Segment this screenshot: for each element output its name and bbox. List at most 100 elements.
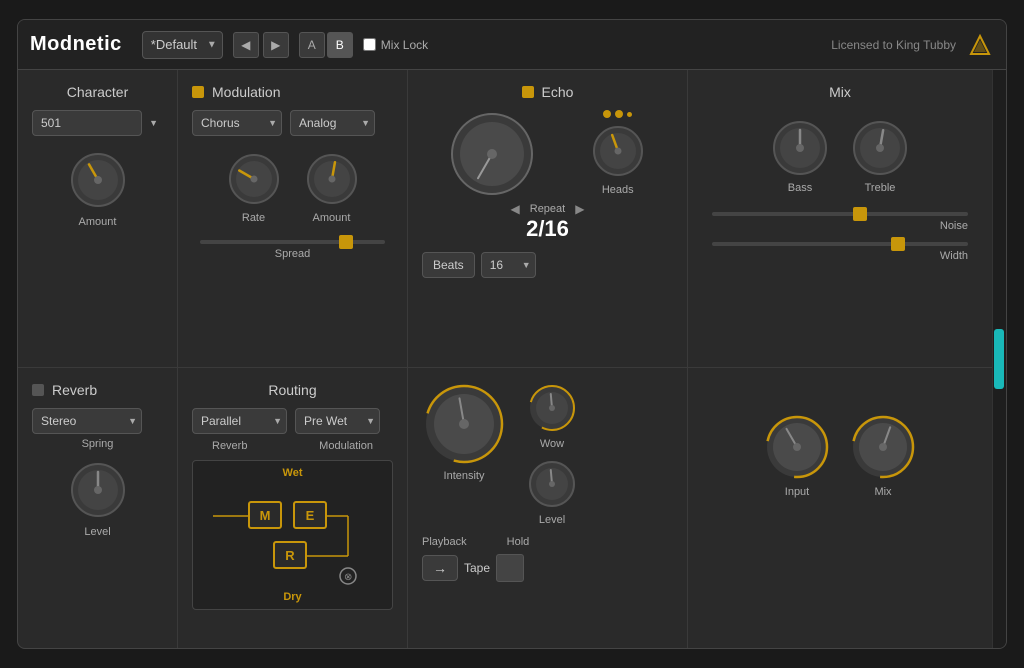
svg-text:⊗: ⊗ bbox=[344, 572, 352, 583]
ab-b-button[interactable]: B bbox=[327, 32, 353, 58]
echo-main-knob[interactable] bbox=[448, 110, 536, 198]
echo-panel-bottom: Intensity bbox=[408, 368, 688, 648]
echo-heads-knob[interactable] bbox=[589, 122, 647, 180]
mix-input-knob[interactable] bbox=[762, 412, 832, 482]
character-amount-knob-container: Amount bbox=[32, 148, 163, 228]
modulation-mode-wrapper: Analog bbox=[290, 110, 375, 136]
character-dropdown[interactable]: 501 bbox=[32, 110, 142, 136]
scrollbar-area[interactable] bbox=[992, 70, 1006, 648]
playback-label: Playback bbox=[422, 536, 467, 548]
mix-lock-checkbox[interactable] bbox=[363, 38, 376, 51]
mix-treble-container: Treble bbox=[850, 118, 910, 194]
character-select-wrapper: 501 bbox=[32, 110, 163, 136]
reverb-type-dropdown[interactable]: Stereo bbox=[32, 408, 142, 434]
license-text: Licensed to King Tubby bbox=[831, 38, 956, 52]
echo-intensity-knob[interactable] bbox=[422, 382, 506, 466]
echo-level-container: Level bbox=[526, 458, 578, 526]
echo-wow-knob[interactable] bbox=[526, 382, 578, 434]
preset-dropdown[interactable]: *Default bbox=[142, 31, 223, 59]
modulation-type-dropdown[interactable]: Chorus bbox=[192, 110, 282, 136]
character-amount-knob[interactable] bbox=[66, 148, 130, 212]
echo-intensity-container: Intensity bbox=[422, 382, 506, 482]
modulation-rate-knob[interactable] bbox=[225, 150, 283, 208]
mix-mix-knob[interactable] bbox=[848, 412, 918, 482]
modulation-knobs-row: Rate Amount bbox=[192, 150, 393, 224]
routing-mode-dropdown[interactable]: Parallel bbox=[192, 408, 287, 434]
scrollbar-thumb[interactable] bbox=[994, 329, 1004, 389]
noise-label: Noise bbox=[712, 220, 968, 232]
reverb-mode-label: Spring bbox=[32, 438, 163, 450]
mix-bass-container: Bass bbox=[770, 118, 830, 194]
reverb-level-knob[interactable] bbox=[66, 458, 130, 522]
width-label: Width bbox=[712, 250, 968, 262]
modulation-indicator[interactable] bbox=[192, 86, 204, 98]
hold-box[interactable] bbox=[496, 554, 524, 582]
playback-hold-labels: Playback Hold bbox=[422, 536, 673, 548]
mix-input-label: Input bbox=[785, 486, 809, 498]
mix-mix-label: Mix bbox=[874, 486, 891, 498]
main-content: Character 501 bbox=[18, 70, 1006, 648]
tape-label: Tape bbox=[464, 561, 490, 575]
dry-label: Dry bbox=[283, 591, 301, 603]
width-slider-thumb[interactable] bbox=[891, 237, 905, 251]
spread-slider-thumb[interactable] bbox=[339, 235, 353, 249]
header-bar: Modnetic *Default ◀ ▶ A B Mix Lock Licen… bbox=[18, 20, 1006, 70]
modulation-mode-dropdown[interactable]: Analog bbox=[290, 110, 375, 136]
repeat-next-button[interactable]: ▶ bbox=[573, 202, 586, 216]
beats-value-dropdown[interactable]: 16 bbox=[481, 252, 536, 278]
reverb-indicator[interactable] bbox=[32, 384, 44, 396]
width-slider-track[interactable] bbox=[712, 242, 968, 246]
routing-type-dropdown[interactable]: Pre Wet bbox=[295, 408, 380, 434]
routing-modulation-label: Modulation bbox=[319, 440, 373, 452]
hold-label: Hold bbox=[507, 536, 530, 548]
preset-wrapper: *Default bbox=[142, 31, 223, 59]
echo-top-knobs: Heads bbox=[422, 110, 673, 198]
playback-section: Playback Hold → Tape bbox=[422, 536, 673, 582]
nav-next-button[interactable]: ▶ bbox=[263, 32, 289, 58]
mix-mix-container: Mix bbox=[848, 412, 918, 498]
reverb-header: Reverb bbox=[32, 382, 163, 398]
spread-slider-track[interactable] bbox=[200, 240, 385, 244]
modulation-selects: Chorus Analog bbox=[192, 110, 393, 136]
echo-level-label: Level bbox=[539, 514, 565, 526]
beats-button[interactable]: Beats bbox=[422, 252, 475, 278]
dot-1 bbox=[603, 110, 611, 118]
echo-level-knob[interactable] bbox=[526, 458, 578, 510]
mix-bass-label: Bass bbox=[788, 182, 812, 194]
noise-slider-track[interactable] bbox=[712, 212, 968, 216]
noise-slider-thumb[interactable] bbox=[853, 207, 867, 221]
echo-heads-section: Heads bbox=[589, 110, 647, 196]
modulation-amount-knob[interactable] bbox=[303, 150, 361, 208]
echo-wow-level-col: Wow bbox=[526, 382, 578, 526]
nav-prev-button[interactable]: ◀ bbox=[233, 32, 259, 58]
noise-slider-container: Noise bbox=[702, 212, 978, 232]
routing-panel: Routing Parallel Pre Wet bbox=[178, 368, 408, 648]
character-title: Character bbox=[32, 84, 163, 100]
mix-bass-knob[interactable] bbox=[770, 118, 830, 178]
mix-bottom-knobs: Input Mix bbox=[702, 412, 978, 498]
mix-treble-label: Treble bbox=[865, 182, 896, 194]
mix-top-knobs: Bass Treble bbox=[702, 118, 978, 194]
panels-layout: Character 501 bbox=[18, 70, 992, 648]
modulation-rate-container: Rate bbox=[225, 150, 283, 224]
routing-diagram: Wet M E R bbox=[192, 460, 393, 610]
echo-bottom-knobs: Intensity bbox=[422, 382, 673, 526]
echo-wow-label: Wow bbox=[540, 438, 564, 450]
repeat-label-row: ◀ Repeat ▶ bbox=[422, 202, 673, 216]
repeat-value: 2/16 bbox=[422, 216, 673, 242]
spread-label: Spread bbox=[200, 248, 385, 260]
dot-3 bbox=[627, 112, 632, 117]
modulation-rate-label: Rate bbox=[242, 212, 265, 224]
ab-a-button[interactable]: A bbox=[299, 32, 325, 58]
reverb-type-wrapper: Stereo bbox=[32, 408, 142, 434]
echo-heads-label: Heads bbox=[602, 184, 634, 196]
repeat-prev-button[interactable]: ◀ bbox=[509, 202, 522, 216]
routing-type-wrapper: Pre Wet bbox=[295, 408, 380, 434]
mix-treble-knob[interactable] bbox=[850, 118, 910, 178]
playback-button[interactable]: → bbox=[422, 555, 458, 581]
echo-title: Echo bbox=[542, 84, 574, 100]
routing-reverb-label: Reverb bbox=[212, 440, 247, 452]
echo-indicator[interactable] bbox=[522, 86, 534, 98]
character-panel: Character 501 bbox=[18, 70, 178, 367]
width-slider-container: Width bbox=[702, 242, 978, 262]
